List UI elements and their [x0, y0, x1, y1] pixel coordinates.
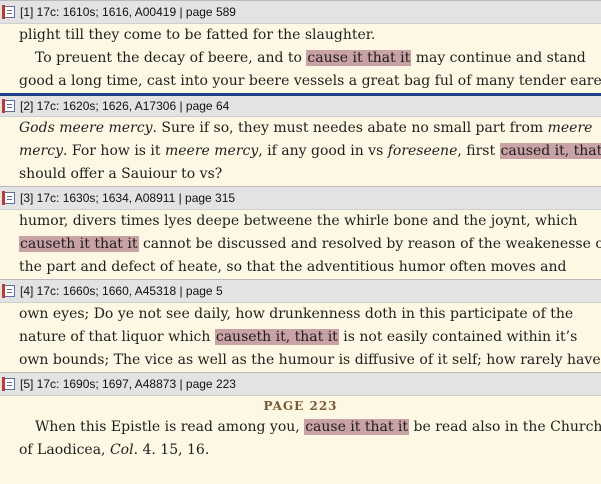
text-segment: meere mercy [164, 143, 259, 159]
document-bookmark-icon [2, 99, 16, 113]
text-segment: the part and defect of heate, so that th… [19, 259, 567, 275]
result-text: When this Epistle is read among you, cau… [0, 416, 601, 462]
text-segment: humor, divers times lyes deepe betweene … [19, 213, 578, 229]
text-segment: Gods meere mercy [19, 120, 153, 136]
result-text: own eyes; Do ye not see daily, how drunk… [0, 303, 601, 372]
match-highlight: caused it, that it [499, 143, 601, 159]
text-segment: is not easily contained within it’s [338, 329, 578, 345]
text-segment: should offer a Sauiour to vs? [19, 166, 223, 182]
result-item: [2] 17c: 1620s; 1626, A17306 | page 64 Go… [0, 93, 601, 186]
text-segment: , first [457, 143, 500, 159]
text-segment: , if any good in vs [258, 143, 388, 159]
result-item: [4] 17c: 1660s; 1660, A45318 | page 5 own… [0, 279, 601, 372]
text-segment: may continue and stand [411, 50, 586, 66]
text-line: the part and defect of heate, so that th… [19, 256, 601, 279]
result-text: plight till they come to be fatted for t… [0, 24, 601, 93]
text-segment: . Sure if so, they must needes abate no … [152, 120, 548, 136]
result-header[interactable]: [3] 17c: 1630s; 1634, A08911 | page 315 [0, 186, 601, 210]
text-segment: own eyes; Do ye not see daily, how drunk… [19, 306, 574, 322]
text-line: own bounds; The vice as well as the humo… [19, 349, 601, 372]
result-header-text: [4] 17c: 1660s; 1660, A45318 | page 5 [20, 284, 223, 298]
text-line: plight till they come to be fatted for t… [19, 24, 601, 47]
match-highlight: cause it that it [306, 50, 412, 66]
text-line: of Laodicea, Col. 4. 15, 16. [19, 439, 601, 462]
result-header-text: [2] 17c: 1620s; 1626, A17306 | page 64 [20, 99, 230, 113]
text-line: good a long time, cast into your beere v… [19, 70, 601, 93]
document-bookmark-icon [2, 191, 16, 205]
text-line: To preuent the decay of beere, and to ca… [19, 47, 601, 70]
text-segment: of Laodicea, [19, 442, 110, 458]
result-header[interactable]: [1] 17c: 1610s; 1616, A00419 | page 589 [0, 0, 601, 24]
text-segment: nature of that liquor which [19, 329, 215, 345]
page-label: PAGE 223 [263, 399, 338, 413]
text-line: should offer a Sauiour to vs? [19, 163, 601, 186]
text-line: nature of that liquor which causeth it, … [19, 326, 601, 349]
text-segment: meere [547, 120, 593, 136]
text-line: Gods meere mercy. Sure if so, they must … [19, 117, 601, 140]
text-segment: . 4. 15, 16. [133, 442, 210, 458]
result-item: [3] 17c: 1630s; 1634, A08911 | page 315 h… [0, 186, 601, 279]
text-segment: foreseene [387, 143, 458, 159]
match-highlight: causeth it, that it [214, 329, 339, 345]
match-highlight: causeth it that it [19, 236, 139, 252]
text-segment: Col [109, 442, 134, 458]
result-header-text: [3] 17c: 1630s; 1634, A08911 | page 315 [20, 191, 236, 205]
match-highlight: cause it that it [304, 419, 410, 435]
results-list: [1] 17c: 1610s; 1616, A00419 | page 589 p… [0, 0, 601, 462]
result-header-text: [1] 17c: 1610s; 1616, A00419 | page 589 [20, 5, 236, 19]
result-text: humor, divers times lyes deepe betweene … [0, 210, 601, 279]
document-bookmark-icon [2, 377, 16, 391]
text-segment: To preuent the decay of beere, and to [35, 50, 307, 66]
text-line: When this Epistle is read among you, cau… [19, 416, 601, 439]
text-segment: mercy [19, 143, 64, 159]
result-header[interactable]: [4] 17c: 1660s; 1660, A45318 | page 5 [0, 279, 601, 303]
text-line: mercy. For how is it meere mercy, if any… [19, 140, 601, 163]
text-segment: cannot be discussed and resolved by reas… [138, 236, 601, 252]
text-segment: When this Epistle is read among you, [35, 419, 305, 435]
result-header-text: [5] 17c: 1690s; 1697, A48873 | page 223 [20, 377, 236, 391]
text-line: humor, divers times lyes deepe betweene … [19, 210, 601, 233]
text-line: own eyes; Do ye not see daily, how drunk… [19, 303, 601, 326]
document-bookmark-icon [2, 284, 16, 298]
document-bookmark-icon [2, 5, 16, 19]
text-line: causeth it that it cannot be discussed a… [19, 233, 601, 256]
text-segment: . For how is it [63, 143, 165, 159]
text-segment: be read also in the Church [409, 419, 601, 435]
result-text: Gods meere mercy. Sure if so, they must … [0, 117, 601, 186]
result-item: [5] 17c: 1690s; 1697, A48873 | page 223 P… [0, 372, 601, 462]
text-segment: good a long time, cast into your beere v… [19, 73, 601, 89]
result-header[interactable]: [2] 17c: 1620s; 1626, A17306 | page 64 [0, 93, 601, 117]
result-header[interactable]: [5] 17c: 1690s; 1697, A48873 | page 223 [0, 372, 601, 396]
text-segment: plight till they come to be fatted for t… [19, 27, 376, 43]
text-segment: own bounds; The vice as well as the humo… [19, 352, 601, 368]
result-item: [1] 17c: 1610s; 1616, A00419 | page 589 p… [0, 0, 601, 93]
